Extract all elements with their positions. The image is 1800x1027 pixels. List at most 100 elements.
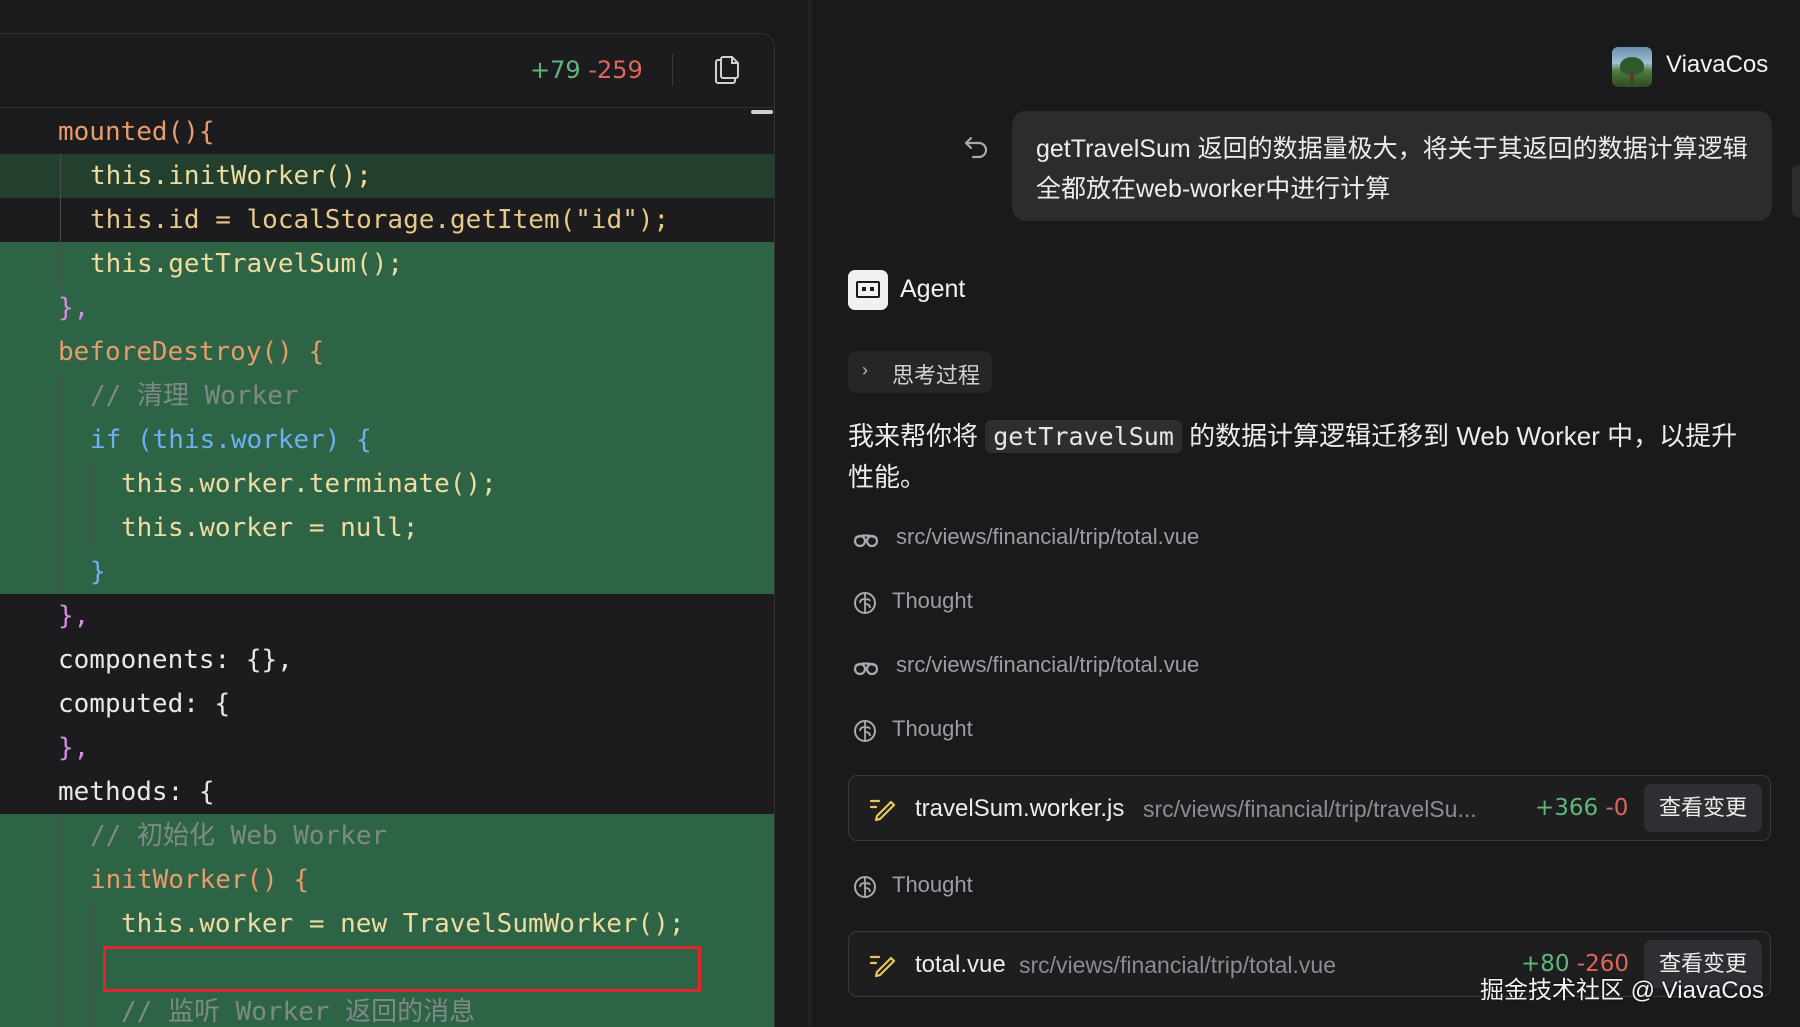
indent-guide — [60, 946, 61, 990]
indent-guide — [60, 154, 61, 198]
code-line-text: } — [90, 557, 106, 587]
indent-guide — [60, 858, 61, 902]
step-text: src/views/financial/trip/total.vue — [896, 524, 1200, 549]
code-line: methods: { — [0, 770, 774, 814]
edit-file-icon — [869, 955, 896, 978]
indent-guide — [60, 418, 61, 462]
scroll-edge-tab — [1792, 165, 1800, 217]
file-added-count: +366 — [1535, 795, 1599, 821]
code-line-added: this.getTravelSum(); — [0, 242, 774, 286]
diff-header: +79 -259 — [0, 34, 774, 108]
code-line-text: mounted(){ — [58, 117, 215, 147]
file-path: src/views/financial/trip/travelSu... — [1143, 796, 1477, 822]
indent-guide — [60, 990, 61, 1027]
avatar — [1612, 47, 1652, 87]
code-line-text: beforeDestroy() { — [58, 337, 325, 367]
code-diff-panel: +79 -259 mounted(){ this.initWorker(); t… — [0, 33, 775, 1027]
agent-message-prefix: 我来帮你将 — [848, 421, 979, 451]
code-line-text: if (this.worker) { — [90, 425, 372, 455]
indent-guide — [60, 506, 61, 550]
user-message-text: getTravelSum 返回的数据量极大，将关于其返回的数据计算逻辑全都放在w… — [1036, 135, 1748, 203]
user-name: ViavaCos — [1666, 51, 1769, 78]
indent-guide — [60, 902, 61, 946]
step-text: Thought — [892, 588, 973, 613]
indent-guide — [60, 814, 61, 858]
code-line-text: this.getTravelSum(); — [90, 249, 404, 279]
panel-divider[interactable] — [808, 0, 812, 1026]
glasses-icon — [853, 534, 879, 548]
code-line-text: // 清理 Worker — [90, 381, 299, 411]
code-line-text: }, — [58, 601, 90, 631]
indent-guide — [92, 990, 93, 1027]
file-name: total.vue — [915, 951, 1006, 978]
code-line-text: // 初始化 Web Worker — [90, 821, 388, 851]
code-line: }, — [0, 594, 774, 638]
agent-label: Agent — [900, 275, 966, 303]
indent-guide — [60, 462, 61, 506]
highlight-box — [103, 946, 701, 992]
code-line-text: computed: { — [58, 689, 231, 719]
code-line-added: beforeDestroy() { — [0, 330, 774, 374]
brain-icon — [854, 720, 876, 742]
code-line-added: // 清理 Worker — [0, 374, 774, 418]
user-message-bubble[interactable]: getTravelSum 返回的数据量极大，将关于其返回的数据计算逻辑全都放在w… — [1012, 111, 1772, 221]
code-line-added: initWorker() { — [0, 858, 774, 902]
view-changes-button[interactable]: 查看变更 — [1644, 784, 1762, 832]
code-lines: mounted(){ this.initWorker(); this.id = … — [0, 110, 774, 1027]
code-line-added: this.worker.terminate(); — [0, 462, 774, 506]
file-removed-count: -0 — [1605, 795, 1629, 821]
inline-code: getTravelSum — [985, 420, 1182, 453]
code-line-added: // 初始化 Web Worker — [0, 814, 774, 858]
file-name: travelSum.worker.js — [915, 795, 1125, 822]
code-line: computed: { — [0, 682, 774, 726]
code-line-text: methods: { — [58, 777, 215, 807]
edit-file-icon — [869, 799, 896, 822]
code-line-added: } — [0, 550, 774, 594]
diff-added-count: +79 — [530, 56, 581, 84]
agent-message: 我来帮你将 getTravelSum 的数据计算逻辑迁移到 Web Worker… — [848, 416, 1758, 497]
brain-icon — [854, 876, 876, 898]
step-text: Thought — [892, 872, 973, 897]
thinking-process-toggle[interactable]: › 思考过程 — [848, 351, 992, 393]
code-line-added: this.worker = new TravelSumWorker(); — [0, 902, 774, 946]
indent-guide — [60, 374, 61, 418]
code-line: this.id = localStorage.getItem("id"); — [0, 198, 774, 242]
code-line-text: this.worker = new TravelSumWorker(); — [121, 909, 685, 939]
code-line-added: }, — [0, 286, 774, 330]
step-text: src/views/financial/trip/total.vue — [896, 652, 1200, 677]
indent-guide — [60, 198, 61, 242]
diff-removed-count: -259 — [588, 56, 643, 84]
code-line-text: this.worker.terminate(); — [121, 469, 497, 499]
file-change-card[interactable]: travelSum.worker.js src/views/financial/… — [848, 775, 1771, 841]
code-line-text: this.id = localStorage.getItem("id"); — [90, 205, 670, 235]
code-line-text: this.initWorker(); — [90, 161, 372, 191]
watermark: 掘金技术社区 @ ViavaCos — [1480, 977, 1764, 1004]
file-path: src/views/financial/trip/total.vue — [1019, 952, 1337, 978]
header-divider — [672, 54, 673, 86]
chevron-right-icon: › — [862, 360, 868, 380]
indent-guide — [92, 462, 93, 506]
indent-guide — [92, 902, 93, 946]
code-line: components: {}, — [0, 638, 774, 682]
code-line-added: this.worker = null; — [0, 506, 774, 550]
indent-guide — [92, 506, 93, 550]
code-line-text: initWorker() { — [90, 865, 310, 895]
code-line: mounted(){ — [0, 110, 774, 154]
undo-icon[interactable] — [962, 132, 990, 160]
indent-guide — [60, 242, 61, 286]
agent-icon — [848, 270, 888, 310]
code-line-text: this.worker = null; — [121, 513, 419, 543]
copy-icon[interactable] — [712, 54, 742, 86]
step-text: Thought — [892, 716, 973, 741]
glasses-icon — [853, 662, 879, 676]
code-line-text: components: {}, — [58, 645, 293, 675]
diff-stat: +79 -259 — [530, 56, 643, 84]
code-line-text: }, — [58, 733, 90, 763]
code-line-modified: this.initWorker(); — [0, 154, 774, 198]
indent-guide — [60, 550, 61, 594]
code-line-text: // 监听 Worker 返回的消息 — [121, 997, 476, 1027]
brain-icon — [854, 592, 876, 614]
code-line-added: // 监听 Worker 返回的消息 — [0, 990, 774, 1027]
code-line: }, — [0, 726, 774, 770]
code-line-text: }, — [58, 293, 90, 323]
